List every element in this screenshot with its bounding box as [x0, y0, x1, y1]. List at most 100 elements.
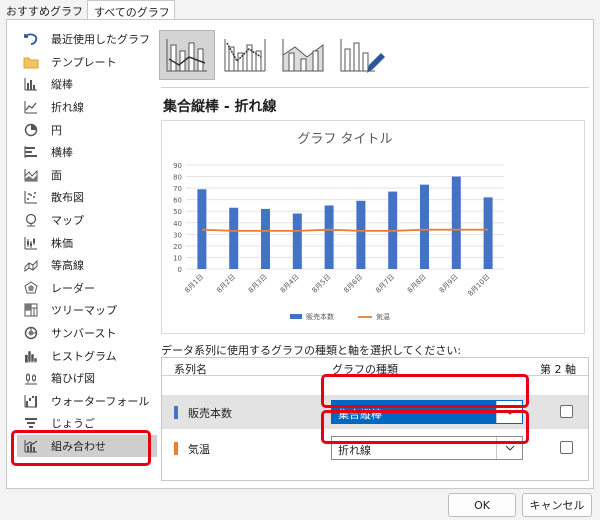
x-tick-label: 8月10日: [467, 273, 492, 298]
sidebar-item-label: サンバースト: [51, 327, 117, 341]
sidebar-item-area[interactable]: 面: [17, 164, 157, 187]
y-tick-label: 0: [178, 266, 182, 274]
sidebar-item-label: テンプレート: [51, 55, 117, 69]
funnel-chart-icon: [23, 415, 39, 431]
sidebar-item-map[interactable]: マップ: [17, 209, 157, 232]
chart-title: グラフ タイトル: [297, 132, 392, 147]
series-color-swatch: [174, 406, 178, 419]
sidebar-item-label: 散布図: [51, 191, 84, 205]
legend-swatch-sales: [290, 314, 302, 319]
subtype-clustered-column-line-secondary[interactable]: [217, 30, 273, 80]
folder-icon: [23, 54, 39, 70]
sidebar-item-label: 株価: [51, 236, 73, 250]
tab-all-charts[interactable]: すべてのグラフ: [87, 0, 175, 20]
sidebar-item-line[interactable]: 折れ線: [17, 96, 157, 119]
sidebar-item-label: 箱ひげ図: [51, 372, 95, 386]
x-tick-label: 8月2日: [215, 273, 237, 295]
sidebar-item-bar[interactable]: 横棒: [17, 141, 157, 164]
sidebar-item-label: 面: [51, 168, 62, 182]
sidebar-item-label: 等高線: [51, 259, 84, 273]
sidebar-item-label: ウォーターフォール: [51, 394, 150, 408]
combo-highlight-box: [11, 430, 151, 466]
bar-sales: [356, 200, 366, 269]
sidebar-item-template[interactable]: テンプレート: [17, 51, 157, 74]
sidebar-item-recent[interactable]: 最近使用したグラフ: [17, 28, 157, 51]
sidebar-item-surface[interactable]: 等高線: [17, 254, 157, 277]
subtype-clustered-column-line[interactable]: [159, 30, 215, 80]
surface-chart-icon: [23, 257, 39, 273]
sidebar-item-label: 円: [51, 123, 62, 137]
tab-recommended[interactable]: おすすめグラフ: [0, 0, 87, 20]
treemap-icon: [23, 302, 39, 318]
x-tick-label: 8月4日: [279, 273, 301, 295]
header-secondary-axis: 第 2 軸: [540, 363, 576, 376]
chart-preview: グラフ タイトル 0 10 20 30 40 50 60 70 80 90 8月1日 8月2日 8月3日 8…: [161, 120, 585, 334]
series-color-swatch: [174, 442, 178, 455]
y-tick-label: 10: [173, 254, 182, 262]
y-tick-label: 80: [173, 174, 182, 182]
cancel-button[interactable]: キャンセル: [522, 493, 592, 517]
y-tick-label: 50: [173, 208, 182, 216]
column-line-secondary-axis-icon: [224, 39, 266, 72]
sidebar-item-sunburst[interactable]: サンバースト: [17, 322, 157, 345]
series-name: 気温: [188, 443, 210, 456]
bar-sales: [292, 213, 302, 269]
bar-sales: [261, 208, 270, 269]
chart-subtype-row: [159, 30, 391, 80]
tab-bar: おすすめグラフ すべてのグラフ: [0, 0, 600, 20]
combo-chart-preview: グラフ タイトル 0 10 20 30 40 50 60 70 80 90 8月1日 8月2日 8月3日 8…: [173, 132, 504, 321]
legend-label-sales: 販売本数: [306, 312, 334, 321]
line-temperature: [201, 228, 489, 232]
series-name: 販売本数: [188, 407, 232, 420]
stacked-area-column-icon: [282, 39, 324, 72]
sidebar-item-pie[interactable]: 円: [17, 118, 157, 141]
sidebar-item-waterfall[interactable]: ウォーターフォール: [17, 390, 157, 413]
sidebar-item-label: 折れ線: [51, 101, 84, 115]
series-instruction: データ系列に使用するグラフの種類と軸を選択してください:: [161, 344, 462, 357]
x-tick-label: 8月9日: [438, 273, 460, 295]
change-chart-type-dialog: 最近使用したグラフ テンプレート 縦棒 折れ線 円 横棒 面 散布図 マップ 株…: [6, 19, 594, 489]
undo-arrow-icon: [23, 31, 39, 47]
x-tick-label: 8月8日: [406, 273, 428, 295]
y-tick-label: 30: [173, 231, 182, 239]
sidebar-item-label: 横棒: [51, 146, 73, 160]
y-tick-label: 60: [173, 197, 182, 205]
bar-sales: [451, 176, 461, 269]
sidebar-item-boxplot[interactable]: 箱ひげ図: [17, 367, 157, 390]
ok-button[interactable]: OK: [448, 493, 516, 517]
sidebar-item-column[interactable]: 縦棒: [17, 73, 157, 96]
dropdown-value: 折れ線: [338, 444, 371, 457]
subtype-stacked-area-column[interactable]: [275, 30, 331, 80]
waterfall-chart-icon: [23, 393, 39, 409]
sunburst-icon: [23, 325, 39, 341]
y-tick-label: 90: [173, 162, 182, 170]
sidebar-item-stock[interactable]: 株価: [17, 231, 157, 254]
sidebar-item-label: レーダー: [51, 281, 95, 295]
secondary-axis-checkbox-sales[interactable]: [560, 405, 573, 418]
sidebar-item-scatter[interactable]: 散布図: [17, 186, 157, 209]
sidebar-item-treemap[interactable]: ツリーマップ: [17, 299, 157, 322]
divider: [161, 87, 589, 88]
secondary-axis-checkbox-temperature[interactable]: [560, 441, 573, 454]
x-tick-label: 8月7日: [374, 273, 396, 295]
stock-chart-icon: [23, 235, 39, 251]
header-series-name: 系列名: [174, 363, 207, 376]
bar-sales: [483, 197, 493, 269]
box-whisker-icon: [23, 370, 39, 386]
map-pin-icon: [23, 212, 39, 228]
pie-chart-icon: [23, 122, 39, 138]
legend-label-temperature: 気温: [376, 312, 390, 321]
sidebar-item-histogram[interactable]: ヒストグラム: [17, 344, 157, 367]
x-tick-label: 8月1日: [183, 273, 205, 295]
y-tick-label: 40: [173, 220, 182, 228]
dropdown-highlight-box: [321, 374, 529, 408]
radar-chart-icon: [23, 280, 39, 296]
area-chart-icon: [23, 167, 39, 183]
sidebar-item-label: ツリーマップ: [51, 304, 117, 318]
sidebar-item-radar[interactable]: レーダー: [17, 277, 157, 300]
x-tick-label: 8月3日: [247, 273, 269, 295]
custom-combo-pencil-icon: [340, 39, 385, 73]
subtype-custom-combination[interactable]: [333, 30, 389, 80]
bar-sales: [420, 184, 429, 269]
y-tick-label: 70: [173, 185, 182, 193]
